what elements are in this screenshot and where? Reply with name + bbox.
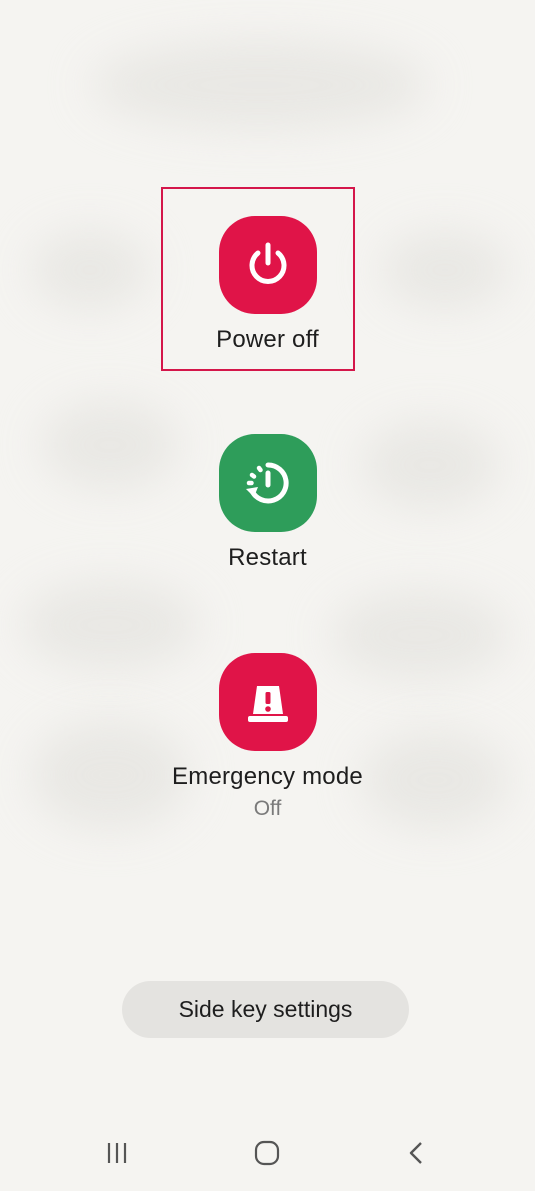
power-off-label: Power off (216, 326, 319, 353)
emergency-mode-status: Off (253, 797, 282, 820)
background-blur (90, 40, 430, 130)
power-icon[interactable] (218, 216, 317, 314)
emergency-mode-action[interactable]: Emergency mode Off (0, 653, 535, 821)
back-icon[interactable] (397, 1133, 437, 1173)
emergency-light-icon[interactable] (218, 653, 317, 751)
restart-action[interactable]: Restart (0, 434, 535, 572)
navigation-bar (0, 1123, 535, 1183)
restart-icon[interactable] (218, 434, 317, 532)
recents-icon[interactable] (97, 1133, 137, 1173)
emergency-mode-label: Emergency mode (172, 763, 363, 790)
restart-label: Restart (228, 544, 307, 571)
power-off-action[interactable]: Power off (0, 216, 535, 354)
side-key-settings-button[interactable]: Side key settings (122, 981, 409, 1038)
home-icon[interactable] (247, 1133, 287, 1173)
